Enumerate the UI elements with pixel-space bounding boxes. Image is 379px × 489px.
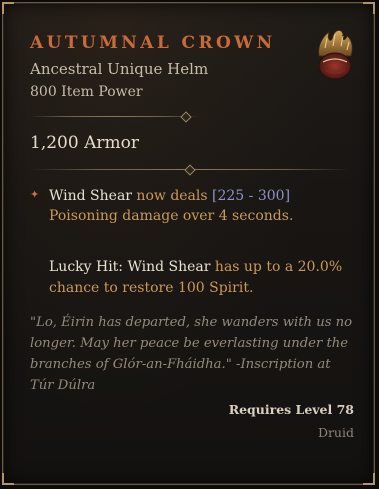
- item-type: Ancestral Unique Helm: [30, 60, 209, 78]
- lucky-hit-skill: Wind Shear: [127, 259, 211, 275]
- lucky-hit-label: Lucky Hit:: [49, 259, 124, 275]
- affix-text-2: Poisoning damage over 4 seconds.: [49, 208, 294, 224]
- unique-affix: ✦ Wind Shear now deals [225 - 300] Poiso…: [30, 186, 340, 226]
- section-divider: [30, 111, 200, 123]
- item-name: AUTUMNAL CROWN: [30, 33, 276, 53]
- level-requirement: Requires Level 78: [228, 402, 354, 417]
- affix-damage-range: [225 - 300]: [212, 188, 291, 204]
- corner-ornament: [2, 473, 14, 485]
- crown-icon: [318, 30, 353, 80]
- unique-affix-star-icon: ✦: [30, 188, 40, 201]
- section-divider: [30, 164, 350, 176]
- class-requirement: Druid: [317, 425, 354, 440]
- corner-ornament: [2, 2, 14, 14]
- lucky-hit-affix: Lucky Hit: Wind Shear has up to a 20.0% …: [49, 257, 349, 299]
- affix-skill-name: Wind Shear: [49, 188, 132, 204]
- armor-stat: 1,200 Armor: [30, 133, 139, 153]
- flavor-text: "Lo, Éirin has departed, she wanders wit…: [30, 315, 353, 393]
- affix-text: now deals: [131, 188, 213, 204]
- item-power: 800 Item Power: [30, 84, 143, 100]
- corner-ornament: [363, 473, 375, 485]
- corner-ornament: [363, 2, 375, 14]
